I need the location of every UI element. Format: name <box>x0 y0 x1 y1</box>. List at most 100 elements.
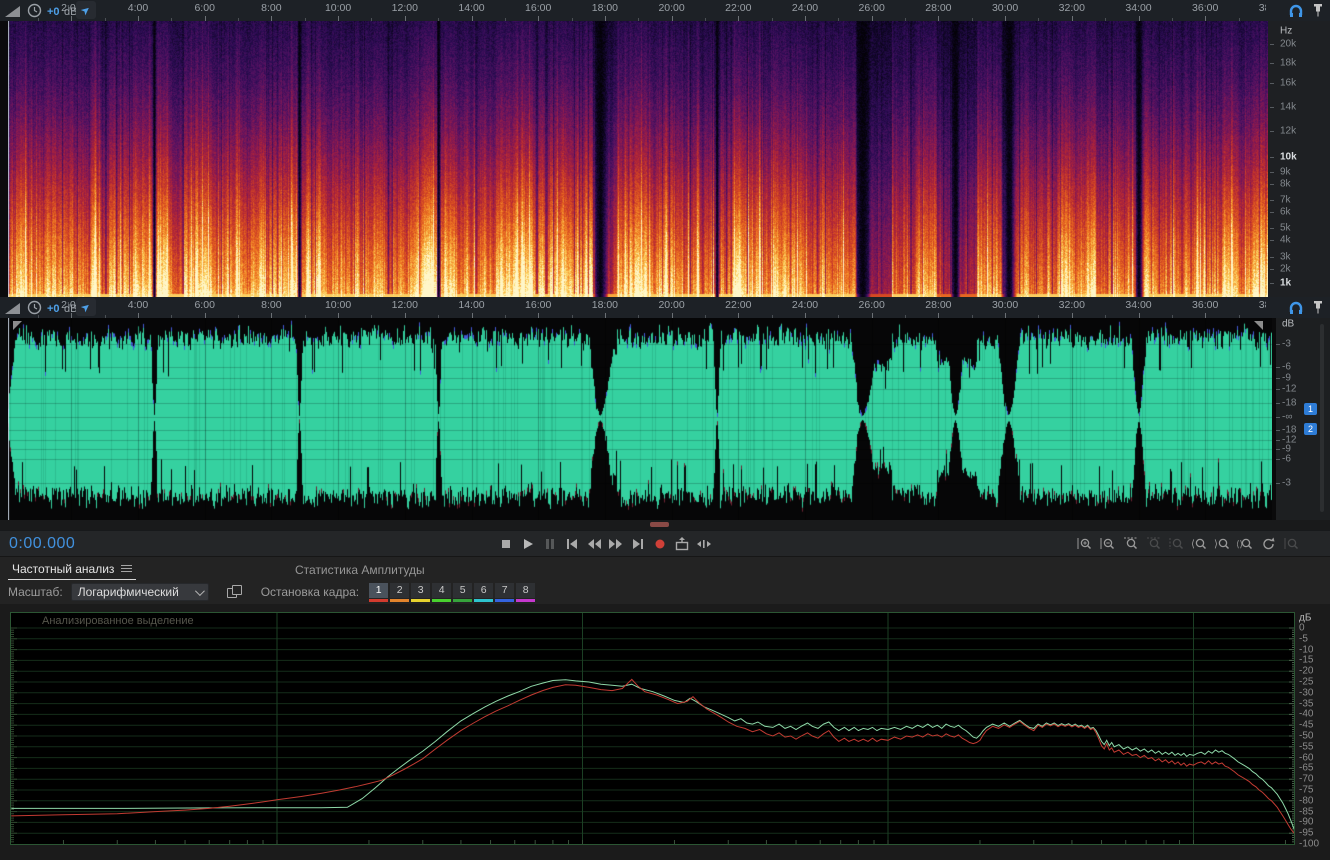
db-axis-label: -70 <box>1299 774 1313 785</box>
copy-frame-icon[interactable] <box>227 585 243 599</box>
scale-label: Масштаб: <box>8 585 63 599</box>
time-label: 4:00 <box>128 299 148 311</box>
spectrogram-display[interactable] <box>8 21 1268 297</box>
time-label: 28:00 <box>925 2 951 14</box>
db-tick-label: -6 <box>1282 362 1291 373</box>
time-label: 10:00 <box>325 2 351 14</box>
zoom-in-right-button[interactable]: ⟩ <box>1213 534 1233 553</box>
db-axis-label: -50 <box>1299 731 1313 742</box>
zoom-in-button[interactable] <box>1075 534 1095 553</box>
gain-value[interactable]: +0 <box>47 303 60 315</box>
zoom-selection-button[interactable] <box>1121 534 1141 553</box>
skip-start-button[interactable] <box>562 534 581 553</box>
headphones-monitor-icon[interactable] <box>1288 300 1304 315</box>
time-label: 30:00 <box>992 299 1018 311</box>
db-axis-label: -90 <box>1299 817 1313 828</box>
amplitude-scale[interactable]: dB -3 -6 -9 -12 -18 -∞ -18 -12 -9 -6 -3 … <box>1276 318 1330 520</box>
frequency-tick-label: 14k <box>1280 102 1296 113</box>
time-display[interactable]: 0:00.000 <box>9 535 75 553</box>
time-label: 28:00 <box>925 299 951 311</box>
hold-frame-3-button[interactable]: 3 <box>411 583 430 602</box>
time-label: 36:00 <box>1192 2 1218 14</box>
frequency-tick-label: 3k <box>1280 252 1291 263</box>
headphones-monitor-icon[interactable] <box>1288 3 1304 18</box>
panel-menu-icon[interactable] <box>121 563 132 574</box>
time-label: 18:00 <box>592 2 618 14</box>
forward-button[interactable] <box>606 534 625 553</box>
clock-icon[interactable] <box>27 3 42 18</box>
time-label: 34:00 <box>1125 299 1151 311</box>
db-axis-label: -25 <box>1299 677 1313 688</box>
time-label: 18:00 <box>592 299 618 311</box>
hold-label: Остановка кадра: <box>261 585 359 599</box>
time-label: 12:00 <box>392 2 418 14</box>
db-axis-label: -55 <box>1299 741 1313 752</box>
frequency-tick-label: 16k <box>1280 78 1296 89</box>
fade-envelope-icon[interactable] <box>4 301 22 315</box>
waveform-timeline-ruler[interactable]: 2:004:006:008:0010:0012:0014:0016:0018:0… <box>0 297 1330 318</box>
vertical-scrollbar[interactable] <box>1320 324 1324 512</box>
hold-frame-4-button[interactable]: 4 <box>432 583 451 602</box>
play-button[interactable] <box>518 534 537 553</box>
channel-2-badge[interactable]: 2 <box>1304 423 1317 435</box>
reset-zoom-button[interactable] <box>1259 534 1279 553</box>
pause-icon <box>542 536 558 552</box>
clock-icon[interactable] <box>27 300 42 315</box>
time-label: 14:00 <box>458 2 484 14</box>
pushpin-icon[interactable] <box>1312 3 1324 18</box>
time-label: 6:00 <box>194 299 214 311</box>
loop-button[interactable] <box>672 534 691 553</box>
db-axis-label: -10 <box>1299 644 1313 655</box>
scale-select[interactable]: Логарифмический <box>71 583 209 601</box>
pin-playhead-button[interactable]: ➤ <box>76 298 96 316</box>
channel-1-badge[interactable]: 1 <box>1304 403 1317 415</box>
hold-frame-5-button[interactable]: 5 <box>453 583 472 602</box>
tab-label: Частотный анализ <box>12 561 114 576</box>
db-axis-label: -45 <box>1299 720 1313 731</box>
scrollbar-handle[interactable] <box>650 522 669 527</box>
zoom-selection-amplitude-button[interactable] <box>1167 534 1187 553</box>
zoom-out-button[interactable] <box>1098 534 1118 553</box>
frequency-tick-label: 7k <box>1280 195 1291 206</box>
db-axis-label: -95 <box>1299 828 1313 839</box>
pin-playhead-button[interactable]: ➤ <box>76 1 96 19</box>
tab-amplitude-statistics[interactable]: Статистика Амплитуды <box>295 557 425 581</box>
db-axis-label: -15 <box>1299 655 1313 666</box>
skip-end-icon <box>630 536 646 552</box>
frequency-scale[interactable]: Hz 20k 18k 16k 14k 12k 10k 9k 8k 7k 6k 5… <box>1268 21 1330 297</box>
zoom-in-left-button[interactable]: ⟨ <box>1190 534 1210 553</box>
tab-frequency-analysis[interactable]: Частотный анализ <box>8 557 136 581</box>
frequency-analysis-panel: Анализированное выделение дБ 0-5-10-15-2… <box>0 604 1330 860</box>
horizontal-scrollbar-track[interactable] <box>0 520 1330 530</box>
gain-value[interactable]: +0 <box>47 6 60 18</box>
hold-frame-1-button[interactable]: 1 <box>369 583 388 602</box>
pause-button[interactable] <box>540 534 559 553</box>
shuttle-icon <box>696 536 712 552</box>
loop-icon <box>674 536 690 552</box>
pushpin-icon[interactable] <box>1312 300 1324 315</box>
hold-frame-7-button[interactable]: 7 <box>495 583 514 602</box>
spectrogram-timeline-ruler[interactable]: 2:004:006:008:0010:0012:0014:0016:0018:0… <box>0 0 1330 21</box>
shuttle-button[interactable] <box>694 534 713 553</box>
fade-envelope-icon[interactable] <box>4 4 22 18</box>
db-axis-label: -60 <box>1299 752 1313 763</box>
frequency-tick-label: 8k <box>1280 179 1291 190</box>
db-axis-label: -100 <box>1299 839 1319 850</box>
record-button[interactable] <box>650 534 669 553</box>
frequency-plot[interactable] <box>10 612 1295 845</box>
zoom-selection-time-button[interactable] <box>1144 534 1164 553</box>
stop-button[interactable] <box>496 534 515 553</box>
hold-frame-6-button[interactable]: 6 <box>474 583 493 602</box>
hold-frame-8-button[interactable]: 8 <box>516 583 535 602</box>
frequency-tick-label: 1k <box>1280 278 1291 289</box>
time-label: 32:00 <box>1059 2 1085 14</box>
time-label: 22:00 <box>725 2 751 14</box>
rewind-button[interactable] <box>584 534 603 553</box>
skip-end-button[interactable] <box>628 534 647 553</box>
zoom-last-button[interactable] <box>1282 534 1302 553</box>
hold-frame-2-button[interactable]: 2 <box>390 583 409 602</box>
zoom-between-button[interactable]: ⟨⟩ <box>1236 534 1256 553</box>
time-label: 16:00 <box>525 299 551 311</box>
waveform-display[interactable] <box>8 318 1272 520</box>
spectrogram-section: Hz 20k 18k 16k 14k 12k 10k 9k 8k 7k 6k 5… <box>0 21 1330 297</box>
